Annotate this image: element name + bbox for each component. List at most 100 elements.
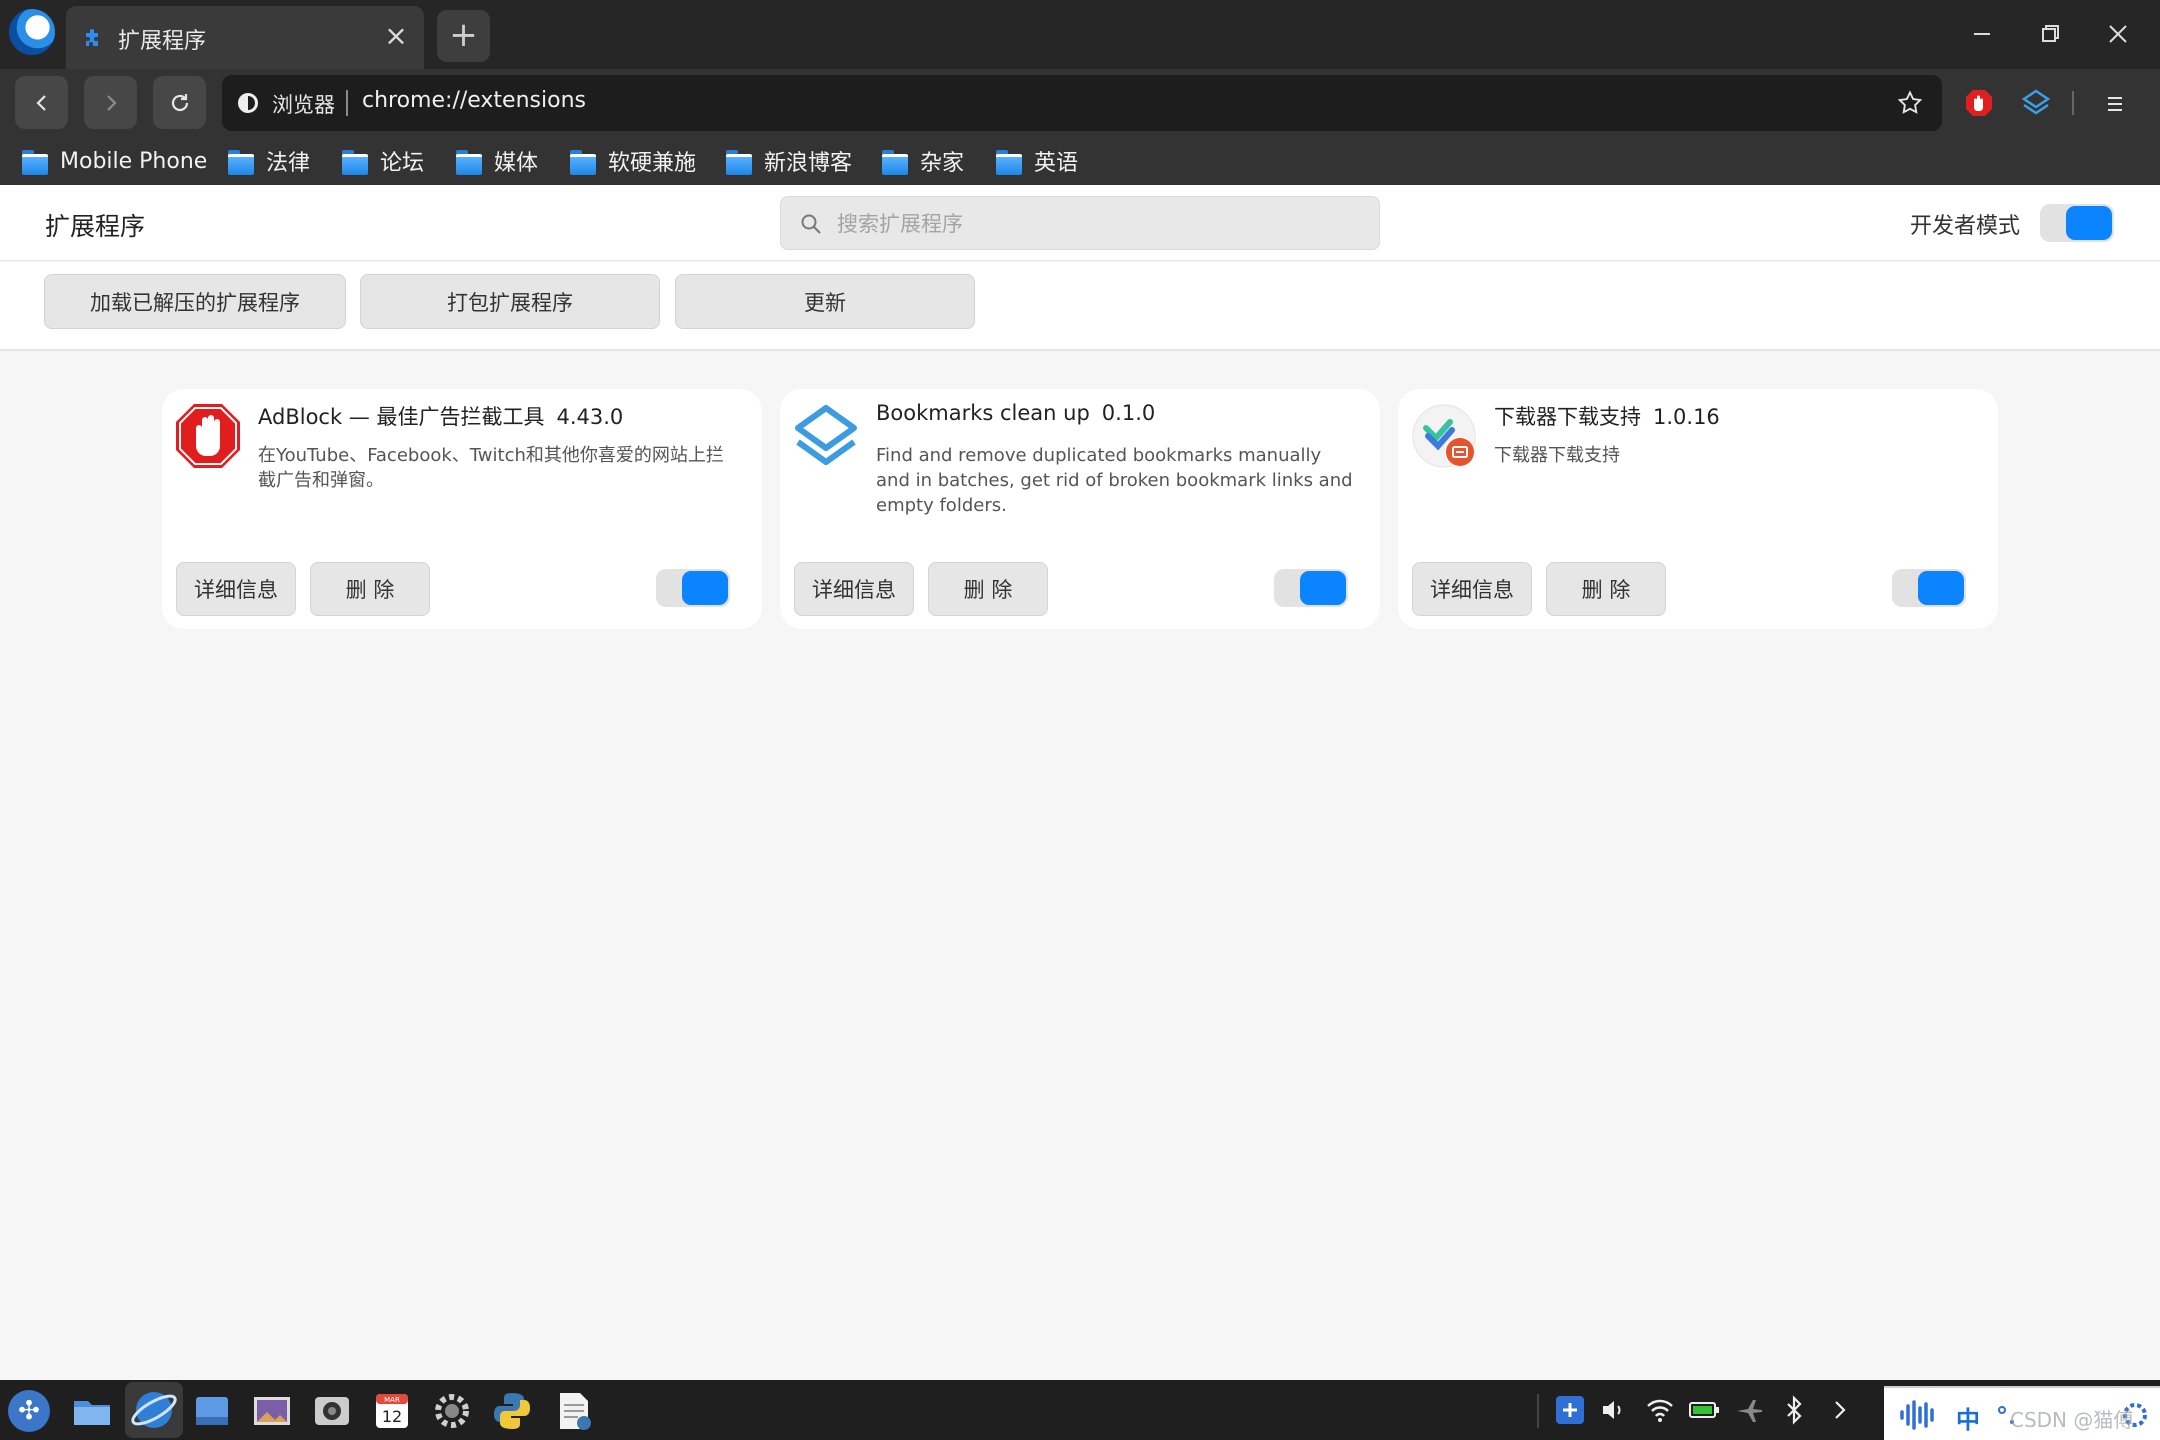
minimize-button[interactable]	[1960, 14, 2004, 54]
bookmark-folder-misc[interactable]: 杂家	[882, 141, 964, 181]
bookmark-label: 法律	[266, 151, 311, 176]
page-title: 扩展程序	[45, 212, 146, 241]
extension-name: Bookmarks clean up	[876, 401, 1090, 425]
extension-card-downloader: 下载器下载支持 1.0.16 下载器下载支持 详细信息 删 除	[1398, 389, 1998, 629]
speaker-icon	[1603, 1401, 1621, 1419]
volume-icon[interactable]	[1596, 1394, 1628, 1426]
folder-icon	[882, 150, 908, 175]
extension-enable-toggle[interactable]	[656, 569, 730, 607]
new-tab-button[interactable]: +	[437, 10, 490, 62]
url-text[interactable]: chrome://extensions	[362, 88, 586, 113]
restore-icon	[2042, 25, 2059, 42]
file-manager-icon[interactable]	[70, 1389, 114, 1433]
image-viewer-icon[interactable]	[250, 1389, 294, 1433]
folder-icon	[996, 150, 1022, 175]
adblock-hand-icon	[176, 404, 240, 468]
extension-enable-toggle[interactable]	[1274, 569, 1348, 607]
python-icon[interactable]	[490, 1389, 534, 1433]
toggle-knob	[2066, 206, 2112, 240]
bookmark-folder-hardsoft[interactable]: 软硬兼施	[570, 141, 696, 181]
chevron-right-icon	[1835, 1401, 1846, 1419]
bookmark-label: 论坛	[380, 151, 425, 176]
extension-name: AdBlock — 最佳广告拦截工具	[258, 405, 545, 429]
search-box[interactable]	[780, 196, 1380, 250]
browser-icon	[131, 1392, 177, 1428]
browser-taskbar-icon[interactable]	[125, 1382, 183, 1438]
remove-button[interactable]: 删 除	[1546, 562, 1666, 616]
folder-icon	[22, 150, 48, 175]
bookmark-folder-sina-blog[interactable]: 新浪博客	[726, 141, 852, 181]
pack-extension-button[interactable]: 打包扩展程序	[360, 274, 660, 329]
folder-icon	[74, 1401, 110, 1425]
tray-expand-icon[interactable]	[1824, 1394, 1856, 1426]
settings-icon[interactable]	[430, 1389, 474, 1433]
bluetooth-symbol-icon	[1787, 1395, 1802, 1425]
remove-button[interactable]: 删 除	[928, 562, 1048, 616]
calendar-day: 12	[382, 1407, 402, 1426]
calendar-icon[interactable]: MAR 12	[370, 1389, 414, 1433]
input-method-tray-icon[interactable]	[1554, 1394, 1586, 1426]
update-button[interactable]: 更新	[675, 274, 975, 329]
launcher-icon[interactable]	[8, 1390, 50, 1432]
bookmark-label: 英语	[1034, 151, 1079, 176]
details-button[interactable]: 详细信息	[176, 562, 296, 616]
site-label: 浏览器	[272, 93, 335, 117]
document-editor-icon[interactable]	[552, 1389, 596, 1433]
bookmarks-cleanup-toolbar-icon[interactable]	[2020, 87, 2052, 119]
tab-close-icon[interactable]: ×	[380, 20, 412, 52]
bookmark-star-icon[interactable]	[1896, 89, 1924, 117]
bookmark-folder-mobile-phone[interactable]: Mobile Phone	[22, 141, 207, 181]
extension-version: 1.0.16	[1653, 405, 1720, 429]
remove-button[interactable]: 删 除	[310, 562, 430, 616]
developer-action-bar: 加载已解压的扩展程序 打包扩展程序 更新	[0, 262, 2160, 351]
gear-icon	[435, 1394, 469, 1428]
close-window-button[interactable]	[2096, 14, 2140, 54]
bookmark-folder-english[interactable]: 英语	[996, 141, 1078, 181]
bookmark-folder-forum[interactable]: 论坛	[342, 141, 424, 181]
extension-card-adblock: AdBlock — 最佳广告拦截工具 4.43.0 在YouTube、Facebo…	[162, 389, 762, 629]
address-bar[interactable]: 浏览器 chrome://extensions	[222, 75, 1942, 131]
search-icon	[801, 214, 821, 234]
restore-button[interactable]	[2028, 14, 2072, 54]
mail-icon[interactable]	[190, 1389, 234, 1433]
bookmarks-bar: Mobile Phone 法律 论坛 媒体 软硬兼施 新浪博客 杂家 英语	[0, 137, 2160, 185]
extension-enable-toggle[interactable]	[1892, 569, 1966, 607]
toggle-knob	[1918, 571, 1964, 605]
taskbar: MAR 12	[0, 1380, 2160, 1440]
developer-mode-toggle[interactable]	[2040, 204, 2114, 242]
camera-lens-icon	[315, 1397, 349, 1425]
folder-icon	[570, 150, 596, 175]
site-info-icon[interactable]	[238, 93, 258, 113]
picture-icon	[254, 1397, 290, 1425]
back-button[interactable]	[15, 76, 68, 129]
developer-mode-label: 开发者模式	[1910, 214, 2021, 239]
bookmark-folder-law[interactable]: 法律	[228, 141, 310, 181]
airplane-mode-icon[interactable]	[1734, 1394, 1766, 1426]
browser-logo-icon[interactable]	[9, 9, 55, 55]
forward-button[interactable]	[84, 76, 137, 129]
menu-icon[interactable]	[2100, 89, 2130, 119]
battery-icon[interactable]	[1688, 1394, 1720, 1426]
adblock-toolbar-icon[interactable]	[1964, 88, 1994, 118]
details-button[interactable]: 详细信息	[794, 562, 914, 616]
bookmark-folder-media[interactable]: 媒体	[456, 141, 538, 181]
folder-icon	[456, 150, 482, 175]
ime-mode-label[interactable]: 中	[1956, 1400, 1980, 1435]
extensions-header: 扩展程序 开发者模式	[0, 185, 2160, 261]
details-button[interactable]: 详细信息	[1412, 562, 1532, 616]
load-unpacked-button[interactable]: 加载已解压的扩展程序	[44, 274, 346, 329]
camera-icon[interactable]	[310, 1389, 354, 1433]
reload-button[interactable]	[153, 76, 206, 129]
chevron-right-icon	[107, 95, 117, 111]
watermark: CSDN @猫傅	[2010, 1408, 2134, 1432]
title-bar: 扩展程序 × +	[0, 0, 2160, 69]
document-icon	[560, 1393, 591, 1430]
tab-extensions[interactable]: 扩展程序 ×	[66, 6, 424, 69]
extension-name: 下载器下载支持	[1494, 405, 1641, 429]
toolbar-separator	[2072, 91, 2074, 115]
wifi-icon[interactable]	[1644, 1394, 1676, 1426]
bluetooth-icon[interactable]	[1778, 1394, 1810, 1426]
voice-wave-icon	[1900, 1400, 1934, 1430]
reload-icon	[171, 94, 189, 112]
search-input[interactable]	[837, 205, 1357, 243]
